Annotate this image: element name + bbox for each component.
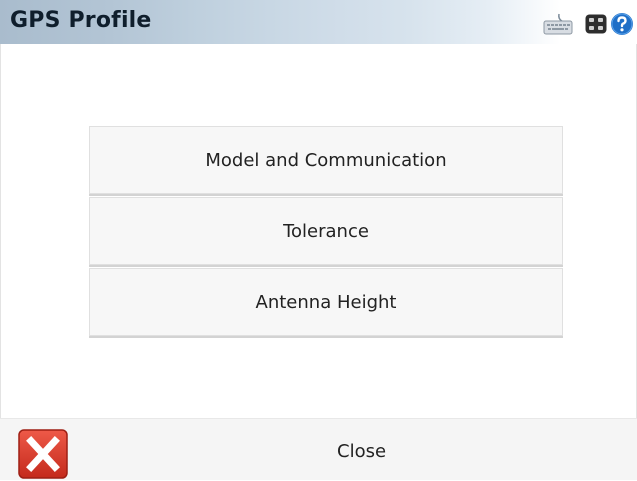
antenna-height-button[interactable]: Antenna Height — [89, 268, 563, 336]
tolerance-button[interactable]: Tolerance — [89, 197, 563, 265]
red-x-icon[interactable] — [18, 429, 68, 479]
footer-bar: Close — [0, 418, 637, 480]
keyboard-icon[interactable] — [543, 12, 573, 36]
app-switch-icon[interactable] — [585, 14, 607, 34]
title-bar: GPS Profile — [0, 0, 637, 44]
close-button[interactable]: Close — [0, 419, 637, 481]
help-icon[interactable] — [610, 12, 634, 36]
close-label: Close — [337, 441, 387, 462]
model-and-communication-button[interactable]: Model and Communication — [89, 126, 563, 194]
page-title: GPS Profile — [10, 8, 152, 33]
